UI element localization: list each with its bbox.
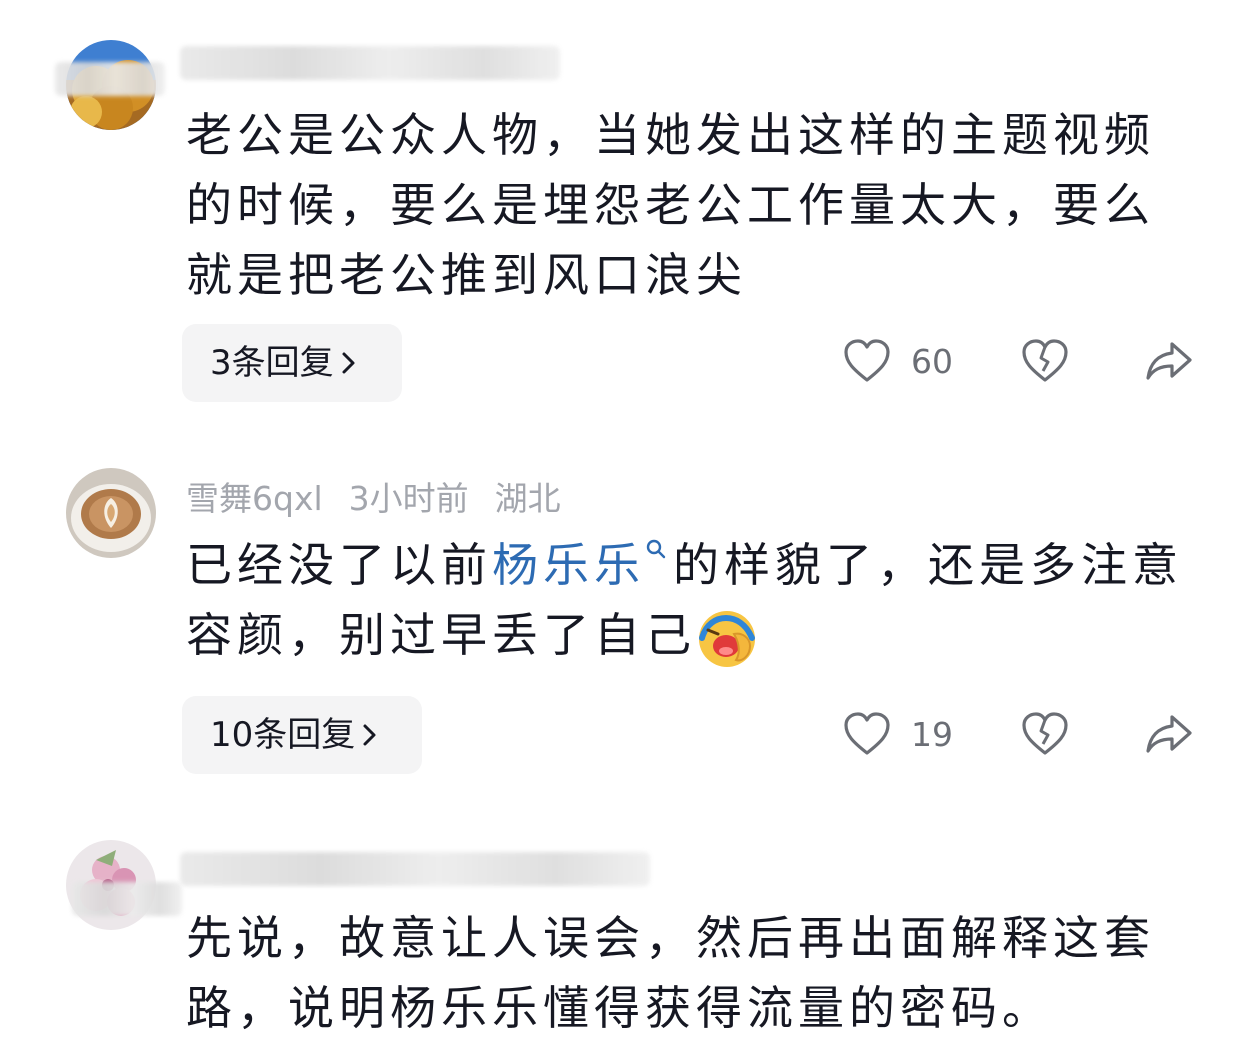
search-icon[interactable] [645, 538, 667, 560]
replies-label: 10条回复 [210, 715, 356, 755]
blurred-author-name [72, 882, 182, 916]
avatar[interactable] [66, 468, 156, 558]
chevron-right-icon [342, 352, 355, 374]
view-replies-button[interactable]: 10条回复 [182, 696, 422, 774]
chevron-right-icon [363, 724, 376, 746]
author-name[interactable]: 雪舞6qxl [186, 479, 323, 518]
heart-outline-icon [844, 712, 890, 755]
like-button[interactable]: 60 [843, 338, 953, 384]
comment-text: 老公是公众人物，当她发出这样的主题视频的时候，要么是埋怨老公工作量太大，要么就是… [186, 108, 1155, 302]
share-button[interactable] [1144, 711, 1194, 757]
share-arrow-icon [1146, 715, 1192, 753]
comment-time: 3小时前 [348, 479, 469, 518]
share-button[interactable] [1144, 338, 1194, 384]
blurred-meta [180, 46, 560, 80]
laughing-crying-emoji [699, 610, 755, 667]
replies-label: 3条回复 [210, 343, 334, 383]
broken-heart-icon [1022, 712, 1068, 755]
comment-text: 已经没了以前杨乐乐 的样貌了，还是多注意容颜，别过早丢了自己 [186, 530, 1186, 670]
view-replies-button[interactable]: 3条回复 [182, 324, 402, 402]
comment-location: 湖北 [494, 479, 561, 518]
dislike-button[interactable] [1021, 711, 1069, 757]
blurred-meta [180, 852, 650, 886]
broken-heart-icon [1022, 339, 1068, 382]
comment-text-part: 已经没了以前 [186, 538, 492, 592]
like-button[interactable]: 19 [843, 711, 953, 757]
like-count: 19 [911, 714, 953, 754]
dislike-button[interactable] [1021, 338, 1069, 384]
share-arrow-icon [1146, 342, 1192, 380]
comment-text: 先说，故意让人误会，然后再出面解释这套路，说明杨乐乐懂得获得流量的密码。 [186, 911, 1155, 1035]
like-count: 60 [911, 341, 953, 381]
blurred-author-name [55, 62, 165, 96]
heart-outline-icon [844, 339, 890, 382]
comment-meta: 雪舞6qxl 3小时前 湖北 [186, 472, 587, 520]
search-link[interactable]: 杨乐乐 [492, 538, 645, 592]
